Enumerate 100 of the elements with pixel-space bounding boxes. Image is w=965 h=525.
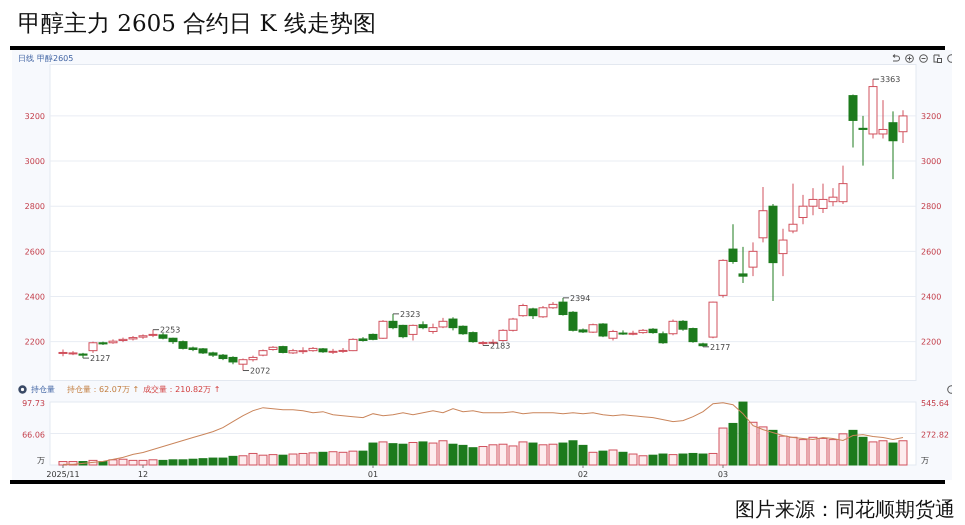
- volume-bar: [838, 433, 848, 466]
- unit-label: 万: [37, 456, 45, 465]
- eye-icon[interactable]: [18, 384, 27, 394]
- candle: [298, 346, 308, 355]
- volume-bar: [248, 452, 258, 466]
- candle: [858, 115, 868, 166]
- open-interest-axis-label: 66.06: [22, 430, 45, 440]
- candle: [398, 324, 408, 339]
- volume-bar: [328, 451, 338, 466]
- price-axis-label: 2400: [24, 292, 45, 302]
- zoom-in-icon[interactable]: [905, 54, 914, 62]
- volume-bar: [648, 454, 658, 466]
- volume-bar: [868, 441, 878, 466]
- volume-bar: [698, 454, 708, 466]
- volume-bar: [798, 439, 808, 466]
- price-axis-label: 3200: [24, 112, 45, 121]
- volume-bar: [658, 454, 668, 466]
- volume-bar: [318, 452, 328, 466]
- volume-bar: [238, 455, 248, 466]
- volume-bar: [278, 454, 288, 466]
- date-axis-label: 01: [368, 470, 378, 479]
- settings-icon[interactable]: [947, 384, 952, 394]
- volume-bar: [678, 454, 688, 466]
- volume-bar: [298, 452, 308, 466]
- volume-bar: [468, 447, 478, 466]
- volume-bar: [378, 441, 388, 466]
- price-axis-label: 2600: [921, 247, 942, 256]
- volume-bar: [818, 438, 828, 466]
- volume-bar: [858, 436, 868, 466]
- volume-bar: [568, 440, 578, 466]
- annotation: 2072: [250, 366, 270, 376]
- volume-bar: [618, 452, 628, 466]
- candle: [728, 224, 738, 264]
- volume-bar: [898, 440, 908, 466]
- volume-bar: [808, 436, 818, 466]
- candle: [708, 300, 718, 339]
- volume-bar: [848, 430, 858, 466]
- annotation: 2394: [570, 294, 590, 303]
- candle: [598, 322, 608, 338]
- zoom-out-icon[interactable]: [919, 54, 928, 62]
- candle: [438, 317, 448, 329]
- chart-title: 甲醇主力 2605 合约日 K 线走势图: [17, 10, 377, 39]
- annotation: 2253: [160, 326, 180, 335]
- volume-bar: [408, 442, 418, 466]
- volume-bar: [878, 440, 888, 466]
- volume-axis-label: 545.64: [921, 399, 949, 408]
- volume-bar: [388, 443, 398, 466]
- volume-bar: [398, 444, 408, 466]
- volume-bar: [308, 452, 318, 466]
- volume-bar: [348, 450, 358, 466]
- indicator-toggle[interactable]: 持仓量: [31, 384, 55, 394]
- volume-bar: [438, 440, 448, 466]
- volume-bar: [508, 445, 518, 466]
- open-interest-axis-label: 97.73: [22, 399, 45, 408]
- price-axis-label: 2600: [24, 247, 45, 256]
- candle: [668, 319, 678, 336]
- volume-bar: [458, 444, 468, 466]
- volume-bar: [518, 441, 528, 466]
- candle: [448, 316, 458, 331]
- candle: [388, 313, 398, 330]
- candle: [848, 94, 858, 148]
- date-axis-label: 12: [138, 470, 148, 479]
- source-caption: 图片来源：同花顺期货通: [734, 496, 956, 523]
- price-axis-label: 3200: [921, 112, 942, 121]
- date-axis-label: 2025/11: [46, 470, 80, 479]
- candle: [528, 307, 538, 320]
- undo-icon[interactable]: [891, 54, 900, 62]
- candle: [738, 246, 748, 284]
- volume-bar: [528, 442, 538, 466]
- settings-icon[interactable]: [947, 54, 952, 62]
- price-axis-label: 3000: [24, 157, 45, 166]
- price-axis-label: 2400: [921, 292, 942, 302]
- volume-bar: [608, 450, 618, 466]
- volume-bar: [478, 446, 488, 466]
- volume-axis-label: 272.82: [921, 430, 949, 440]
- annotation: 2177: [710, 342, 730, 352]
- candle: [508, 317, 518, 332]
- volume-bar: [428, 442, 438, 466]
- annotation: 2127: [90, 354, 110, 364]
- price-axis-label: 2800: [921, 202, 942, 212]
- volume-bar: [538, 444, 548, 466]
- annotation: 2183: [490, 341, 510, 350]
- volume-bar: [828, 439, 838, 466]
- price-axis-label: 3000: [921, 157, 942, 166]
- volume-bar: [548, 444, 558, 466]
- candle: [678, 320, 688, 332]
- volume-bar: [558, 442, 568, 466]
- candle: [458, 324, 468, 336]
- unit-label: 万: [921, 456, 929, 465]
- legend-reading: 持仓量：62.07万 ↑: [67, 384, 140, 394]
- date-axis-label: 02: [578, 470, 588, 479]
- price-axis-label: 2200: [921, 338, 942, 347]
- candle: [808, 188, 818, 216]
- volume-bar: [418, 441, 428, 466]
- volume-bar: [288, 454, 298, 466]
- volume-bar: [638, 455, 648, 466]
- price-axis-label: 2800: [24, 202, 45, 212]
- save-image-icon[interactable]: [933, 54, 942, 62]
- period-label: 日线: [17, 52, 34, 64]
- volume-bar: [228, 456, 238, 466]
